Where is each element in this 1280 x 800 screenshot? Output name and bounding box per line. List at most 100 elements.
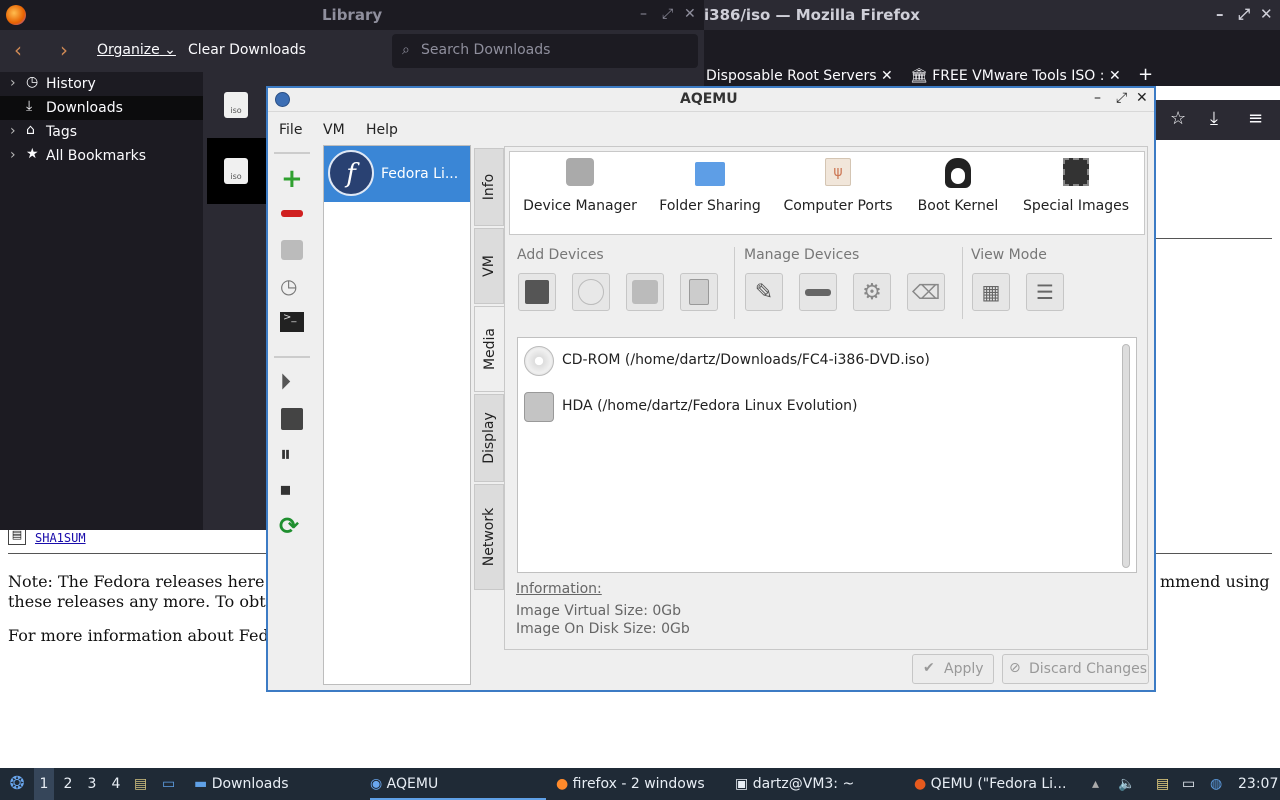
divider [1156,238,1272,239]
workspace-2[interactable]: 2 [58,768,78,800]
divider [274,356,310,358]
close-icon[interactable]: ✕ [684,6,696,22]
taskbar-item-firefox[interactable]: ● firefox - 2 windows [556,768,726,800]
tab-display[interactable]: Display [474,394,504,482]
workspace-4[interactable]: 4 [106,768,126,800]
close-icon[interactable]: ✕ [1109,68,1121,84]
taskbar-item-aqemu[interactable]: ◉ AQEMU [370,768,546,800]
new-tab-icon[interactable]: + [1138,64,1153,88]
taskbar-item-terminal[interactable]: ▣ dartz@VM3: ~ [735,768,905,800]
add-harddisk-button[interactable] [626,273,664,311]
remove-vm-icon[interactable] [281,210,303,217]
download-icon[interactable]: ⤓ [1210,108,1218,129]
play-icon[interactable]: ⏵ [280,370,291,395]
icon-view-button[interactable]: ▦ [972,273,1010,311]
search-input[interactable]: ⌕ Search Downloads [392,34,698,68]
volume-icon[interactable]: 🔈 [1118,768,1135,800]
device-manager-button[interactable]: Device Manager [522,158,638,218]
button-label: Device Manager [523,198,637,214]
sidebar-item-tags[interactable]: › ⌂ Tags [0,120,203,144]
scrollbar[interactable] [1122,344,1130,568]
menu-file[interactable]: File [279,122,302,138]
close-icon[interactable]: ✕ [1136,90,1148,106]
device-properties-button[interactable]: ⚙ [853,273,891,311]
clear-device-button[interactable]: ⌫ [907,273,945,311]
chevron-right-icon[interactable]: › [10,123,16,139]
file-manager-icon[interactable]: ▤ [134,768,147,800]
button-label: Folder Sharing [659,198,761,214]
vm-list-item[interactable]: f Fedora Li... [324,146,470,202]
computer-ports-button[interactable]: ψ Computer Ports [780,158,896,218]
tab-media[interactable]: Media [474,306,504,392]
maximize-icon[interactable]: ⤢ [1116,90,1127,106]
clock-icon[interactable]: ◷ [280,274,297,298]
boot-kernel-button[interactable]: Boot Kernel [908,158,1008,218]
close-icon[interactable]: ✕ [1260,5,1273,23]
sidebar-item-downloads[interactable]: ⤓ Downloads [0,96,203,120]
star-icon[interactable]: ☆ [1170,108,1186,129]
add-storage-button[interactable] [680,273,718,311]
close-icon[interactable]: ✕ [881,68,893,84]
maximize-icon[interactable]: ⤢ [1238,5,1250,23]
menu-help[interactable]: Help [366,122,398,138]
add-floppy-button[interactable] [518,273,556,311]
list-item[interactable]: CD-ROM (/home/dartz/Downloads/FC4-i386-D… [524,346,1114,376]
desktop-icon[interactable]: ▭ [162,768,175,800]
aqemu-icon: ◉ [370,776,383,792]
menu-vm[interactable]: VM [323,122,345,138]
save-icon[interactable] [281,408,303,430]
vm-list: f Fedora Li... [323,145,471,685]
add-vm-icon[interactable]: + [281,166,303,192]
quick-tools: Device Manager Folder Sharing ψ Computer… [509,151,1145,235]
folder-icon: ▬ [194,776,208,792]
discard-changes-button[interactable]: ⊘ Discard Changes [1002,654,1149,684]
stop-icon[interactable]: ⏹ [280,478,291,503]
tab-info[interactable]: Info [474,148,504,226]
maximize-icon[interactable]: ⤢ [662,6,673,22]
menu-icon[interactable]: ≡ [1248,108,1263,129]
gear-icon: ⚙ [862,279,882,305]
start-menu-icon[interactable]: ❂ [6,768,28,800]
workspace-3[interactable]: 3 [82,768,102,800]
list-item[interactable]: iso [207,72,266,138]
apply-button[interactable]: ✔ Apply [912,654,994,684]
chevron-right-icon[interactable]: › [10,147,16,163]
minimize-icon[interactable]: – [1216,5,1224,23]
tab-vm[interactable]: VM [474,228,504,304]
folder-sharing-button[interactable]: Folder Sharing [650,158,770,218]
update-icon[interactable]: ◍ [1210,768,1222,800]
remove-device-button[interactable] [799,273,837,311]
menubar: File VM Help [268,116,1154,146]
clear-downloads-button[interactable]: Clear Downloads [188,42,306,58]
virtual-size-text: Image Virtual Size: 0Gb [516,603,682,619]
harddisk-icon[interactable] [281,240,303,260]
clipboard-icon[interactable]: ▤ [1156,768,1169,800]
scroll-icon[interactable]: ▴ [1092,768,1099,800]
terminal-icon[interactable]: >_ [280,312,304,332]
forward-icon[interactable]: › [60,38,68,62]
organize-button[interactable]: Organize ⌄ [97,42,176,58]
sidebar-item-bookmarks[interactable]: › ★ All Bookmarks [0,144,203,168]
pause-icon[interactable]: ⏸ [280,442,291,467]
list-view-button[interactable]: ☰ [1026,273,1064,311]
sidebar-item-history[interactable]: › ◷ History [0,72,203,96]
back-icon[interactable]: ‹ [14,38,22,62]
special-images-button[interactable]: Special Images [1016,158,1136,218]
minimize-icon[interactable]: – [640,6,647,22]
chevron-right-icon[interactable]: › [10,75,16,91]
network-icon[interactable]: ▭ [1182,768,1195,800]
minimize-icon[interactable]: – [1094,90,1101,106]
device-list: CD-ROM (/home/dartz/Downloads/FC4-i386-D… [517,337,1137,573]
list-item[interactable]: iso [207,138,266,204]
sha1sum-link[interactable]: SHA1SUM [35,531,86,545]
edit-device-button[interactable]: ✎ [745,273,783,311]
tab-network[interactable]: Network [474,484,504,590]
reset-icon[interactable]: ⟳ [279,512,299,540]
library-title: Library [322,6,383,24]
check-icon: ✔ [923,660,935,676]
add-cdrom-button[interactable] [572,273,610,311]
list-item[interactable]: HDA (/home/dartz/Fedora Linux Evolution) [524,392,1114,422]
taskbar-item-downloads[interactable]: ▬ Downloads [194,768,364,800]
workspace-1[interactable]: 1 [34,768,54,800]
taskbar-item-qemu[interactable]: ● QEMU ("Fedora Li... [914,768,1084,800]
